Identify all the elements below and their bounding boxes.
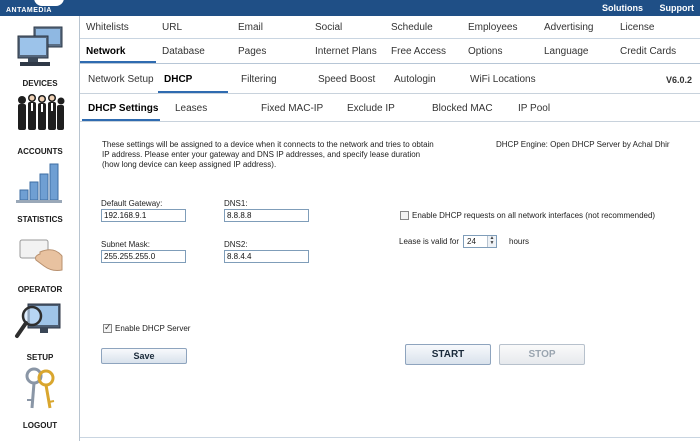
sidebar-item-statistics[interactable]: STATISTICS	[0, 160, 80, 226]
start-button[interactable]: START	[405, 344, 491, 365]
tab-options[interactable]: Options	[462, 41, 502, 63]
tabs-row-1: Whitelists URL Email Social Schedule Emp…	[80, 18, 700, 38]
tabs-row-2: Network Database Pages Internet Plans Fr…	[80, 41, 700, 64]
bar-chart-icon	[16, 163, 62, 203]
solutions-link[interactable]: Solutions	[602, 3, 643, 13]
subnet-label: Subnet Mask:	[101, 240, 150, 249]
tabs-divider	[80, 38, 700, 39]
sidebar-item-accounts[interactable]: ACCOUNTS	[0, 92, 80, 158]
all-interfaces-checkbox[interactable]	[400, 211, 409, 220]
support-link[interactable]: Support	[660, 3, 695, 13]
sidebar-label-accounts: ACCOUNTS	[17, 147, 63, 156]
tab-advertising[interactable]: Advertising	[538, 18, 593, 38]
tab-blocked-mac[interactable]: Blocked MAC	[426, 96, 493, 121]
gateway-label: Default Gateway:	[101, 199, 163, 208]
logo-badge	[34, 0, 64, 6]
tab-fixed-mac-ip[interactable]: Fixed MAC-IP	[255, 96, 323, 121]
sidebar-label-logout: LOGOUT	[22, 421, 58, 430]
keys-icon	[25, 367, 55, 409]
lease-label: Lease is valid for	[399, 237, 460, 246]
sidebar-item-setup[interactable]: SETUP	[0, 298, 80, 364]
tab-employees[interactable]: Employees	[462, 18, 517, 38]
gateway-input[interactable]: 192.168.9.1	[101, 209, 186, 222]
people-icon	[18, 94, 65, 130]
tab-internet-plans[interactable]: Internet Plans	[309, 41, 377, 63]
dhcp-settings-panel: These settings will be assigned to a dev…	[88, 128, 694, 433]
tab-credit-cards[interactable]: Credit Cards	[614, 41, 676, 63]
dns1-label: DNS1:	[224, 199, 248, 208]
tab-social[interactable]: Social	[309, 18, 342, 38]
dns1-input[interactable]: 8.8.8.8	[224, 209, 309, 222]
logo: ANTAMEDIA	[0, 0, 80, 16]
bottom-border	[80, 437, 700, 438]
spinner-arrows-icon[interactable]: ▲ ▼	[487, 236, 496, 247]
tab-dhcp-settings[interactable]: DHCP Settings	[82, 96, 160, 121]
tab-pages[interactable]: Pages	[232, 41, 266, 63]
version-label: V6.0.2	[665, 75, 692, 85]
enable-dhcp-label: Enable DHCP Server	[115, 324, 191, 333]
tab-license[interactable]: License	[614, 18, 654, 38]
sidebar-item-logout[interactable]: LOGOUT	[0, 366, 80, 432]
top-bar: Solutions Support	[0, 0, 700, 16]
tab-schedule[interactable]: Schedule	[385, 18, 433, 38]
tab-speed-boost[interactable]: Speed Boost	[312, 66, 375, 93]
tab-network[interactable]: Network	[80, 41, 156, 63]
tab-dhcp[interactable]: DHCP	[158, 66, 228, 93]
lease-value: 24	[467, 237, 476, 246]
hand-card-icon	[19, 239, 63, 271]
tab-leases[interactable]: Leases	[169, 96, 207, 121]
tab-filtering[interactable]: Filtering	[235, 66, 277, 93]
tab-autologin[interactable]: Autologin	[388, 66, 436, 93]
sidebar-label-setup: SETUP	[26, 353, 54, 362]
tab-exclude-ip[interactable]: Exclude IP	[341, 96, 395, 121]
sidebar: ANTAMEDIA DEVICES ACCOUNTS STATISTICS OP…	[0, 0, 80, 441]
computers-icon	[17, 26, 63, 66]
dns2-label: DNS2:	[224, 240, 248, 249]
dhcp-engine-label: DHCP Engine: Open DHCP Server by Achal D…	[496, 140, 670, 149]
tab-free-access[interactable]: Free Access	[385, 41, 446, 63]
sidebar-label-statistics: STATISTICS	[17, 215, 63, 224]
lease-spinner[interactable]: 24 ▲ ▼	[463, 235, 497, 248]
lease-unit: hours	[509, 237, 530, 246]
all-interfaces-label: Enable DHCP requests on all network inte…	[412, 211, 656, 220]
tab-email[interactable]: Email	[232, 18, 263, 38]
tabs-row-4: DHCP Settings Leases Fixed MAC-IP Exclud…	[80, 96, 700, 122]
subnet-input[interactable]: 255.255.255.0	[101, 250, 186, 263]
sidebar-label-devices: DEVICES	[22, 79, 58, 88]
tab-language[interactable]: Language	[538, 41, 589, 63]
tabs-row-3: Network Setup DHCP Filtering Speed Boost…	[80, 66, 700, 94]
dns2-input[interactable]: 8.8.4.4	[224, 250, 309, 263]
tab-whitelists[interactable]: Whitelists	[80, 18, 129, 38]
logo-text: ANTAMEDIA	[6, 7, 52, 14]
dhcp-description: These settings will be assigned to a dev…	[102, 140, 434, 169]
enable-dhcp-checkbox[interactable]	[103, 322, 112, 333]
save-button[interactable]: Save	[101, 348, 187, 364]
tab-wifi-locations[interactable]: WiFi Locations	[464, 66, 536, 93]
magnifier-monitor-icon	[15, 303, 61, 338]
stop-button[interactable]: STOP	[499, 344, 585, 365]
tab-network-setup[interactable]: Network Setup	[82, 66, 154, 93]
tab-database[interactable]: Database	[156, 41, 205, 63]
tab-url[interactable]: URL	[156, 18, 182, 38]
sidebar-item-devices[interactable]: DEVICES	[0, 24, 80, 90]
sidebar-item-operator[interactable]: OPERATOR	[0, 230, 80, 296]
tab-ip-pool[interactable]: IP Pool	[512, 96, 550, 121]
sidebar-label-operator: OPERATOR	[17, 285, 63, 294]
top-links: Solutions Support	[588, 3, 694, 13]
